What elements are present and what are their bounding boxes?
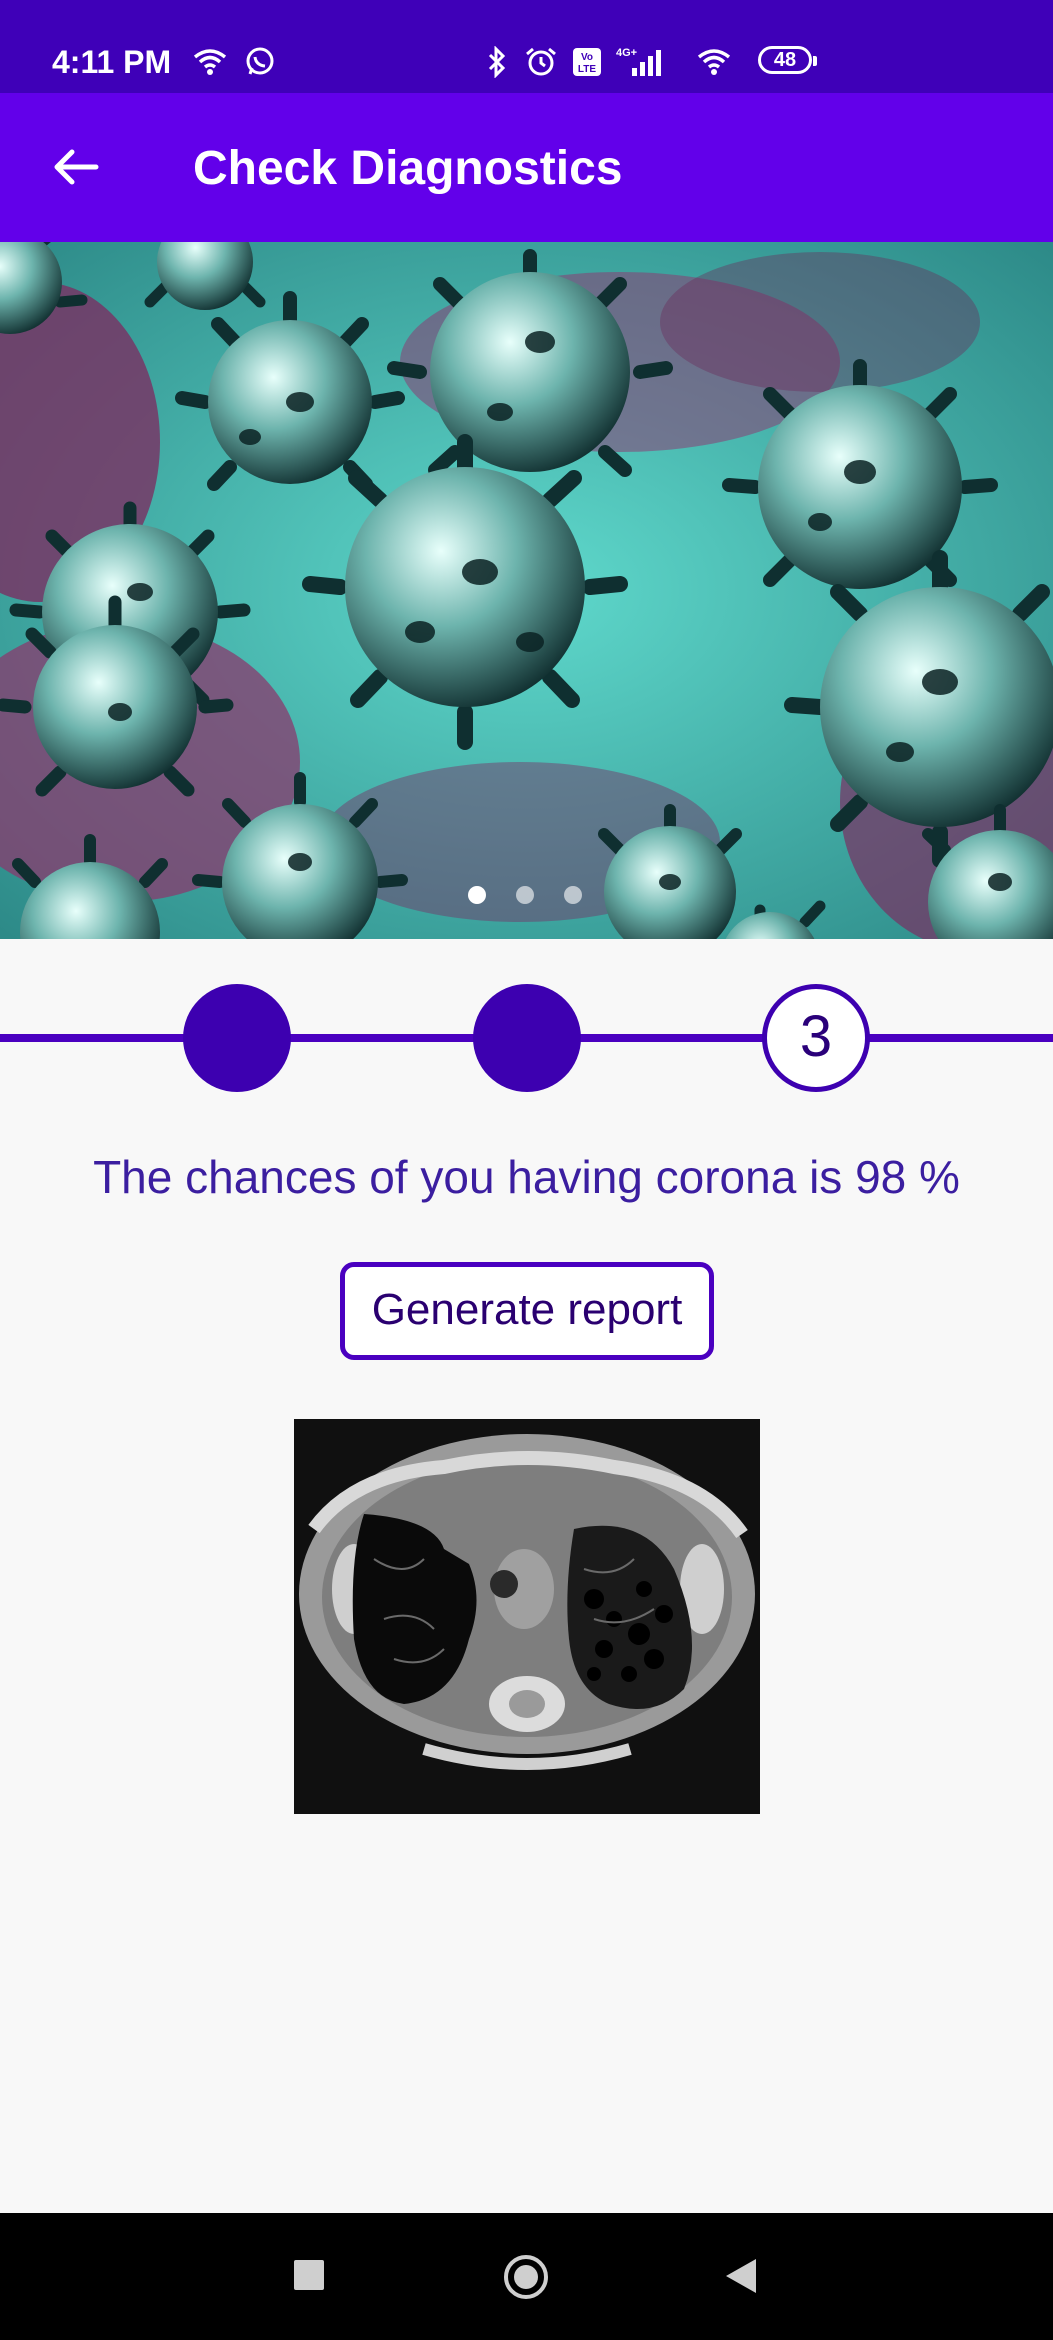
- step-1[interactable]: [183, 984, 291, 1092]
- chest-ct-scan: [294, 1419, 760, 1814]
- system-nav-bar: [0, 2213, 1053, 2340]
- carousel-dot-2[interactable]: [516, 886, 534, 904]
- recents-square-icon[interactable]: [293, 2259, 325, 2291]
- back-button[interactable]: [36, 131, 116, 203]
- alarm-icon: [526, 47, 556, 76]
- signal-icon: 4G+: [616, 47, 661, 76]
- svg-text:Vo: Vo: [581, 52, 593, 63]
- progress-stepper: 3: [0, 978, 1053, 1098]
- generate-report-button[interactable]: Generate report: [340, 1262, 714, 1360]
- banner-carousel[interactable]: [0, 242, 1053, 939]
- carousel-dot-1[interactable]: [468, 886, 486, 904]
- svg-text:LTE: LTE: [578, 64, 596, 75]
- home-circle-icon[interactable]: [502, 2253, 550, 2301]
- page-title: Check Diagnostics: [193, 142, 623, 195]
- wifi-icon: [193, 49, 227, 75]
- volte-icon: Vo LTE: [573, 48, 601, 76]
- wifi-icon: [697, 49, 731, 75]
- coronavirus-illustration: [0, 242, 1053, 939]
- status-bar: 4:11 PM Vo LTE 4G+ 48: [0, 0, 1053, 93]
- diagnosis-result: The chances of you having corona is 98 %: [93, 1151, 960, 1203]
- battery-icon: 48: [758, 46, 817, 74]
- carousel-dot-3[interactable]: [564, 886, 582, 904]
- back-triangle-icon[interactable]: [724, 2257, 758, 2295]
- svg-text:4G+: 4G+: [616, 47, 637, 59]
- whatsapp-icon: [246, 47, 274, 75]
- arrow-left-icon: [54, 149, 99, 185]
- step-2[interactable]: [473, 984, 581, 1092]
- status-time: 4:11 PM: [52, 44, 172, 80]
- step-3[interactable]: 3: [762, 984, 870, 1092]
- step-3-label: 3: [799, 1004, 833, 1069]
- app-bar: Check Diagnostics: [0, 93, 1053, 242]
- chest-ct-scan-image: [294, 1419, 760, 1814]
- battery-level: 48: [773, 49, 797, 71]
- bluetooth-icon: [488, 46, 506, 78]
